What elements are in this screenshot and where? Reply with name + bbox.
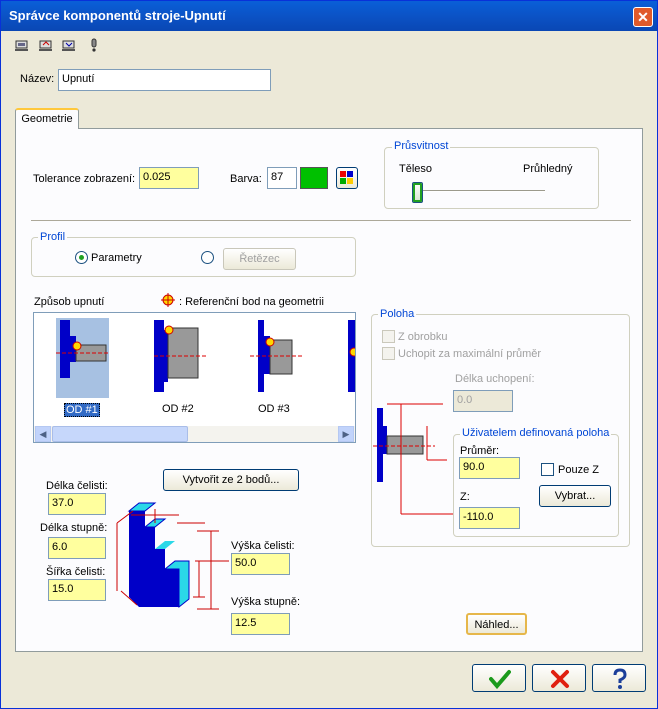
scroll-thumb[interactable] [52, 426, 188, 442]
question-icon [613, 668, 627, 689]
close-icon: ✕ [637, 9, 649, 25]
x-icon [551, 670, 569, 688]
jaw-length-label: Délka čelisti: [46, 480, 108, 492]
scroll-right-icon[interactable]: ▶ [338, 426, 354, 442]
color-label: Barva: [230, 173, 262, 185]
jaw-height-input[interactable]: 50.0 [231, 553, 290, 575]
tab-geometrie[interactable]: Geometrie [15, 108, 79, 129]
tolerance-label: Tolerance zobrazení: [33, 173, 136, 185]
clamping-od1-icon[interactable] [56, 318, 110, 398]
create-from-2-points-button[interactable]: Vytvořit ze 2 bodů... [163, 469, 299, 491]
clamping-od3-icon[interactable] [250, 318, 304, 398]
clamping-item-label: OD #2 [162, 403, 194, 415]
cancel-button[interactable] [532, 664, 586, 692]
ok-button[interactable] [472, 664, 526, 692]
position-diagram [373, 403, 453, 515]
info-icon[interactable] [87, 38, 101, 52]
from-stock-checkbox[interactable] [382, 330, 395, 343]
step-height-input[interactable]: 12.5 [231, 613, 290, 635]
only-z-label: Pouze Z [558, 464, 599, 476]
clamping-item-label: OD #3 [258, 403, 290, 415]
user-defined-title: Uživatelem definovaná poloha [460, 427, 612, 439]
grip-length-label: Délka uchopení: [455, 373, 535, 385]
jaw-length-input[interactable]: 37.0 [48, 493, 106, 515]
from-stock-label: Z obrobku [398, 331, 448, 343]
radio-parameters-label: Parametry [91, 252, 142, 264]
step-length-label: Délka stupně: [40, 522, 108, 534]
palette-icon [340, 171, 353, 184]
z-input[interactable]: -110.0 [459, 507, 520, 529]
title-bar: Správce komponentů stroje-Upnutí ✕ [1, 1, 657, 31]
scroll-left-icon[interactable]: ◀ [35, 426, 51, 442]
grip-max-checkbox[interactable] [382, 347, 395, 360]
close-button[interactable]: ✕ [633, 7, 653, 27]
profile-title: Profil [38, 231, 68, 243]
color-input[interactable]: 87 [267, 167, 297, 189]
chain-button[interactable]: Řetězec [223, 248, 296, 270]
radio-parameters[interactable] [75, 251, 88, 264]
jaw-diagram [116, 502, 229, 610]
diameter-label: Průměr: [460, 445, 500, 457]
save-icon[interactable] [15, 38, 29, 52]
reference-point-icon [161, 293, 175, 307]
horizontal-scrollbar[interactable]: ◀ ▶ [34, 426, 355, 442]
jaw-width-label: Šířka čelisti: [46, 566, 106, 578]
clamping-od2-icon[interactable] [154, 318, 208, 398]
transparency-slider-track[interactable] [413, 190, 545, 192]
clamping-list[interactable]: OD #1 OD #2 OD #3 ◀ ▶ [33, 312, 356, 443]
radio-chain[interactable] [201, 251, 214, 264]
tab-label: Geometrie [21, 113, 73, 125]
checkmark-icon [489, 670, 511, 689]
z-label: Z: [460, 491, 470, 503]
jaw-width-input[interactable]: 15.0 [48, 579, 106, 601]
dialog-window: Správce komponentů stroje-Upnutí ✕ Název… [0, 0, 658, 709]
name-input[interactable]: Upnutí [58, 69, 271, 91]
step-height-label: Výška stupně: [231, 596, 301, 608]
window-title: Správce komponentů stroje-Upnutí [9, 8, 226, 23]
color-palette-button[interactable] [336, 167, 358, 189]
separator [31, 220, 631, 221]
transparency-slider-thumb[interactable] [412, 182, 423, 203]
open-icon[interactable] [39, 38, 53, 52]
jaw-height-label: Výška čelisti: [231, 540, 295, 552]
position-title: Poloha [378, 308, 417, 320]
name-label: Název: [20, 73, 55, 85]
step-length-input[interactable]: 6.0 [48, 537, 106, 559]
tolerance-input[interactable]: 0.025 [139, 167, 199, 189]
clamping-od4-icon[interactable] [344, 318, 356, 398]
reference-point-note: : Referenční bod na geometrii [179, 296, 324, 308]
grip-max-label: Uchopit za maximální průměr [398, 348, 542, 360]
color-swatch[interactable] [300, 167, 328, 189]
export-icon[interactable] [62, 38, 76, 52]
preview-button[interactable]: Náhled... [466, 613, 527, 635]
diameter-input[interactable]: 90.0 [459, 457, 520, 479]
transparency-title: Průsvitnost [392, 140, 451, 152]
clamping-item-label: OD #1 [64, 403, 100, 417]
only-z-checkbox[interactable] [541, 463, 554, 476]
select-button[interactable]: Vybrat... [539, 485, 611, 507]
transparency-min-label: Těleso [399, 163, 433, 175]
clamping-method-label: Způsob upnutí [34, 296, 105, 308]
transparency-max-label: Průhledný [523, 163, 573, 175]
help-button[interactable] [592, 664, 646, 692]
